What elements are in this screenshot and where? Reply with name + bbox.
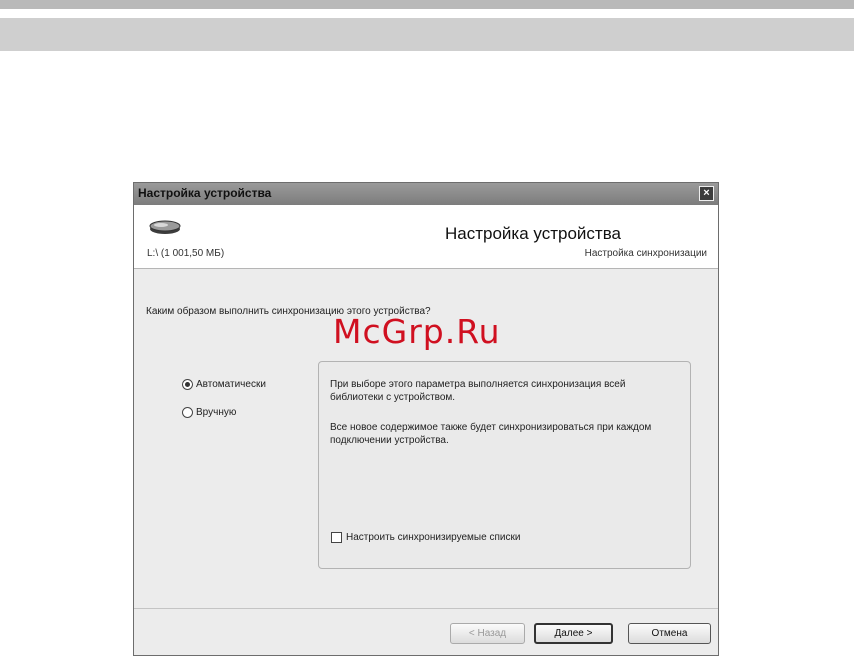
radio-manual[interactable]: Вручную: [182, 407, 236, 418]
header-title: Настройка устройства: [445, 224, 621, 243]
window-title: Настройка устройства: [138, 186, 272, 200]
close-button[interactable]: ×: [699, 186, 714, 201]
sync-lists-checkbox[interactable]: [331, 532, 342, 543]
step-label: Настройка синхронизации: [584, 248, 707, 259]
radio-auto[interactable]: Автоматически: [182, 379, 266, 390]
device-info: L:\ (1 001,50 МБ): [147, 248, 225, 259]
cancel-button[interactable]: Отмена: [628, 623, 711, 644]
device-setup-dialog: Настройка устройства × Настройка устройс…: [133, 182, 719, 656]
radio-manual-indicator[interactable]: [182, 407, 193, 418]
top-strip: [0, 0, 854, 9]
drive-icon: [148, 219, 182, 240]
watermark-text: McGrp.Ru: [333, 312, 501, 351]
option-description-panel: При выборе этого параметра выполняется с…: [318, 361, 691, 569]
dialog-header: Настройка устройства L:\ (1 001,50 МБ) Н…: [134, 205, 718, 269]
description-text-1: При выборе этого параметра выполняется с…: [330, 379, 626, 403]
radio-auto-indicator[interactable]: [182, 379, 193, 390]
footer-divider: [134, 608, 718, 609]
close-icon: ×: [703, 187, 710, 199]
back-button[interactable]: < Назад: [450, 623, 525, 644]
header-strip: [0, 18, 854, 51]
title-bar[interactable]: Настройка устройства ×: [134, 183, 718, 205]
next-button[interactable]: Далее >: [534, 623, 613, 644]
sync-lists-label: Настроить синхронизируемые списки: [346, 532, 521, 543]
radio-manual-label: Вручную: [196, 407, 237, 418]
description-text-2: Все новое содержимое также будет синхрон…: [330, 422, 652, 446]
radio-auto-label: Автоматически: [196, 379, 266, 390]
sync-lists-checkbox-row[interactable]: Настроить синхронизируемые списки: [331, 532, 520, 543]
